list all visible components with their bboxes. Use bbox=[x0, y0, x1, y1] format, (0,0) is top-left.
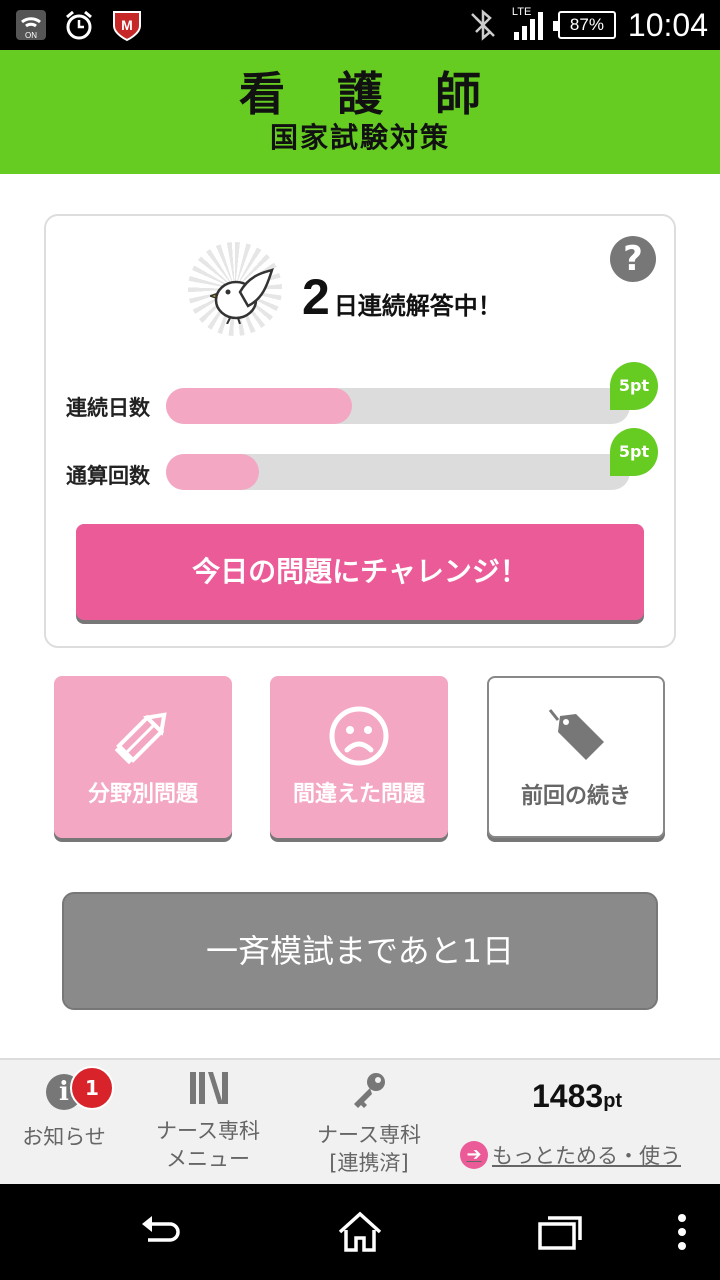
svg-text:ON: ON bbox=[25, 31, 37, 40]
pencil-icon bbox=[111, 704, 175, 768]
consecutive-days-fill bbox=[166, 388, 352, 424]
battery-level: 87% bbox=[569, 15, 604, 34]
points-display: 1483pt bbox=[532, 1078, 622, 1115]
more-options-icon[interactable] bbox=[662, 1208, 702, 1256]
tag-icon bbox=[546, 706, 610, 770]
category-questions-button[interactable]: 分野別問題 bbox=[54, 676, 232, 838]
status-bar: ON M LTE 87% 10:04 bbox=[0, 0, 720, 50]
alarm-icon bbox=[62, 8, 96, 42]
partner-label-2: [連携済] bbox=[329, 1151, 409, 1175]
app-subtitle: 国家試験対策 bbox=[269, 121, 450, 154]
consecutive-days-badge: 5pt bbox=[610, 362, 658, 410]
consecutive-days-label: 連続日数 bbox=[66, 396, 150, 420]
continue-previous-label: 前回の続き bbox=[520, 784, 631, 809]
help-icon[interactable]: ? bbox=[610, 236, 656, 282]
bluetooth-off-icon bbox=[466, 8, 500, 42]
mistaken-questions-label: 間違えた問題 bbox=[292, 782, 425, 807]
streak-days: 2 bbox=[302, 269, 330, 325]
status-time: 10:04 bbox=[627, 6, 708, 43]
streak-card: ? 2 日連続解答中！ 連続日数 5pt 通算回数 5pt 今日の問題にチャレン… bbox=[44, 214, 676, 648]
wifi-on-icon: ON bbox=[14, 8, 48, 42]
app-header: 看 護 師 国家試験対策 bbox=[0, 50, 720, 174]
mcafee-icon: M bbox=[110, 8, 144, 42]
sad-face-icon bbox=[327, 704, 391, 768]
daily-challenge-button[interactable]: 今日の問題にチャレンジ！ bbox=[76, 524, 644, 620]
total-count-badge: 5pt bbox=[610, 428, 658, 476]
total-count-fill bbox=[166, 454, 259, 490]
total-count-bar bbox=[166, 454, 630, 490]
mock-exam-countdown-button[interactable]: 一斉模試まであと1日 bbox=[62, 892, 658, 1010]
earn-use-points-link[interactable]: ➔ もっとためる・使う bbox=[460, 1140, 681, 1170]
network-type-label: LTE bbox=[511, 6, 532, 18]
arrow-right-icon: ➔ bbox=[460, 1141, 488, 1169]
partner-menu-item[interactable]: ナース専科 [連携済] bbox=[296, 1060, 442, 1184]
svg-text:M: M bbox=[121, 17, 133, 33]
continue-previous-button[interactable]: 前回の続き bbox=[487, 676, 665, 838]
streak-label: 日連続解答中！ bbox=[333, 292, 502, 320]
signal-icon: LTE bbox=[511, 6, 546, 42]
navigation-bar bbox=[0, 1184, 720, 1280]
streak-text: 2 日連続解答中！ bbox=[302, 268, 502, 326]
bottom-menu: i 1 お知らせ ナース専科 メニュー ナース専科 [連携済] 1483pt ➔… bbox=[0, 1058, 720, 1184]
back-icon[interactable] bbox=[136, 1208, 184, 1256]
nurse-menu-item[interactable]: ナース専科 メニュー bbox=[140, 1060, 276, 1184]
nurse-menu-label-1: ナース専科 bbox=[156, 1119, 260, 1143]
bird-icon bbox=[207, 268, 274, 328]
total-count-label: 通算回数 bbox=[66, 464, 150, 488]
books-icon bbox=[190, 1072, 228, 1110]
notice-label: お知らせ bbox=[22, 1125, 106, 1149]
partner-label-1: ナース専科 bbox=[317, 1123, 421, 1147]
points-value: 1483 bbox=[532, 1078, 604, 1114]
notification-badge: 1 bbox=[70, 1066, 114, 1110]
consecutive-days-bar bbox=[166, 388, 630, 424]
home-icon[interactable] bbox=[336, 1208, 384, 1256]
key-icon bbox=[348, 1070, 388, 1116]
nurse-menu-label-2: メニュー bbox=[166, 1147, 250, 1171]
earn-use-points-label: もっとためる・使う bbox=[492, 1144, 681, 1168]
points-unit: pt bbox=[603, 1090, 623, 1112]
notice-menu-item[interactable]: i 1 お知らせ bbox=[0, 1060, 128, 1184]
category-questions-label: 分野別問題 bbox=[87, 782, 198, 807]
recent-apps-icon[interactable] bbox=[536, 1208, 584, 1256]
battery-icon: 87% bbox=[552, 11, 616, 39]
app-title: 看 護 師 bbox=[238, 67, 500, 121]
mistaken-questions-button[interactable]: 間違えた問題 bbox=[270, 676, 448, 838]
